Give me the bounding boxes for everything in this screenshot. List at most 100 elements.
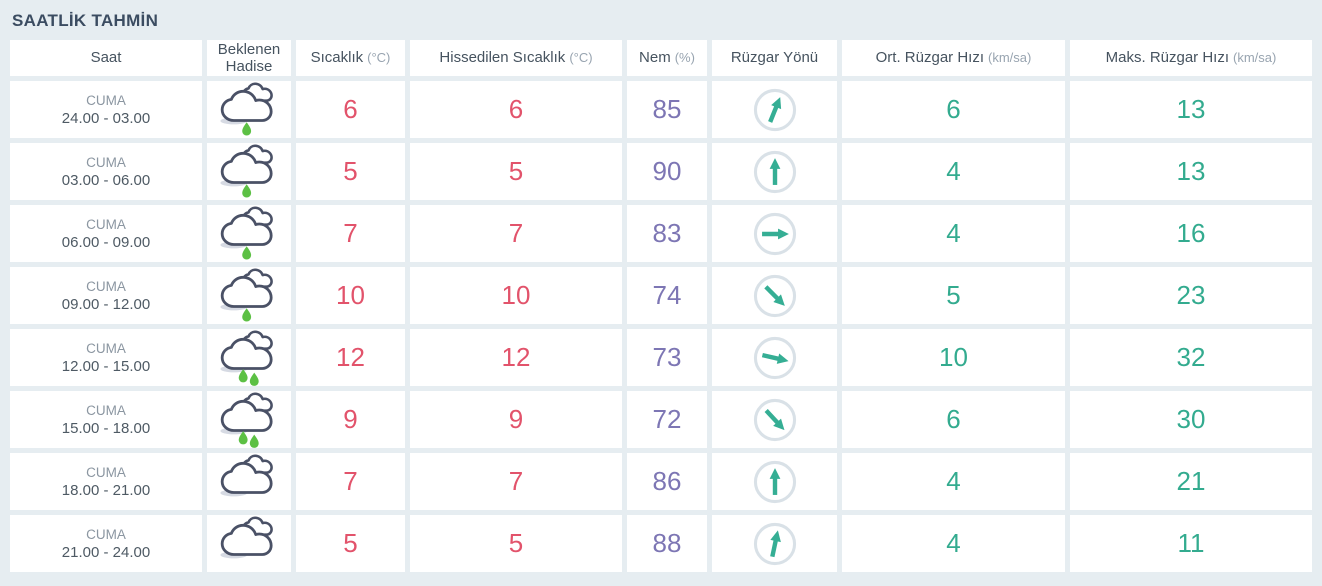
- day-label: CUMA: [86, 154, 126, 170]
- day-label: CUMA: [86, 340, 126, 356]
- column-header-label: Nem: [639, 49, 671, 67]
- expected-event-cell: [207, 391, 291, 448]
- weather-icon: [220, 329, 273, 386]
- day-label: CUMA: [86, 278, 126, 294]
- rain-drop-icon: [242, 183, 252, 198]
- avg-wind-speed-cell: 4: [842, 205, 1065, 262]
- rain-drop-icon: [242, 307, 252, 322]
- column-header-unit: (°C): [569, 49, 593, 65]
- time-cell: CUMA 03.00 - 06.00: [10, 143, 202, 200]
- feels-like-cell: 5: [410, 515, 622, 572]
- avg-wind-speed-cell: 10: [842, 329, 1065, 386]
- wind-direction-cell: [712, 143, 837, 200]
- expected-event-cell: [207, 453, 291, 510]
- max-wind-speed-cell: 23: [1070, 267, 1312, 324]
- column-header: Rüzgar Yönü: [712, 40, 837, 76]
- avg-wind-speed-cell: 4: [842, 453, 1065, 510]
- expected-event-cell: [207, 329, 291, 386]
- expected-event-cell: [207, 205, 291, 262]
- max-wind-speed-cell: 21: [1070, 453, 1312, 510]
- time-range-label: 06.00 - 09.00: [61, 233, 151, 251]
- weather-icon: [220, 515, 273, 558]
- wind-direction-icon: [753, 522, 796, 565]
- temperature-cell: 7: [296, 205, 405, 262]
- column-header-label: Beklenen Hadise: [217, 40, 281, 75]
- wind-direction-icon: [753, 398, 796, 441]
- weather-icon: [220, 143, 273, 198]
- humidity-cell: 74: [627, 267, 707, 324]
- time-cell: CUMA 15.00 - 18.00: [10, 391, 202, 448]
- wind-direction-cell: [712, 81, 837, 138]
- wind-direction-cell: [712, 391, 837, 448]
- wind-direction-icon: [753, 150, 796, 193]
- temperature-cell: 5: [296, 143, 405, 200]
- temperature-cell: 5: [296, 515, 405, 572]
- temperature-cell: 12: [296, 329, 405, 386]
- column-header-label: Ort. Rüzgar Hızı: [875, 49, 984, 67]
- wind-direction-icon: [753, 460, 796, 503]
- day-label: CUMA: [86, 402, 126, 418]
- wind-direction-cell: [712, 329, 837, 386]
- rain-drop-icon: [242, 121, 252, 136]
- column-header-label: Sıcaklık: [310, 49, 364, 67]
- time-cell: CUMA 21.00 - 24.00: [10, 515, 202, 572]
- avg-wind-speed-cell: 5: [842, 267, 1065, 324]
- day-label: CUMA: [86, 216, 126, 232]
- weather-icon: [220, 267, 273, 322]
- wind-direction-cell: [712, 205, 837, 262]
- wind-direction-icon: [753, 336, 796, 379]
- max-wind-speed-cell: 32: [1070, 329, 1312, 386]
- wind-direction-icon: [753, 212, 796, 255]
- humidity-cell: 90: [627, 143, 707, 200]
- temperature-cell: 7: [296, 453, 405, 510]
- rain-drop-icon: [249, 372, 259, 386]
- rain-drop-icon: [249, 434, 259, 448]
- avg-wind-speed-cell: 4: [842, 143, 1065, 200]
- time-range-label: 15.00 - 18.00: [61, 419, 151, 437]
- column-header: Saat: [10, 40, 202, 76]
- feels-like-cell: 10: [410, 267, 622, 324]
- expected-event-cell: [207, 515, 291, 572]
- column-header: Hissedilen Sıcaklık (°C): [410, 40, 622, 76]
- avg-wind-speed-cell: 6: [842, 391, 1065, 448]
- time-cell: CUMA 24.00 - 03.00: [10, 81, 202, 138]
- column-header-label: Rüzgar Yönü: [730, 49, 819, 67]
- wind-direction-icon: [753, 88, 796, 131]
- day-label: CUMA: [86, 526, 126, 542]
- avg-wind-speed-cell: 6: [842, 81, 1065, 138]
- time-range-label: 09.00 - 12.00: [61, 295, 151, 313]
- max-wind-speed-cell: 16: [1070, 205, 1312, 262]
- max-wind-speed-cell: 30: [1070, 391, 1312, 448]
- humidity-cell: 83: [627, 205, 707, 262]
- column-header-label: Maks. Rüzgar Hızı: [1105, 49, 1230, 67]
- feels-like-cell: 5: [410, 143, 622, 200]
- wind-direction-icon: [753, 274, 796, 317]
- column-header-unit: (°C): [367, 49, 391, 65]
- temperature-cell: 10: [296, 267, 405, 324]
- expected-event-cell: [207, 267, 291, 324]
- feels-like-cell: 9: [410, 391, 622, 448]
- wind-direction-cell: [712, 453, 837, 510]
- column-header: Maks. Rüzgar Hızı (km/sa): [1070, 40, 1312, 76]
- humidity-cell: 72: [627, 391, 707, 448]
- wind-direction-cell: [712, 515, 837, 572]
- weather-icon: [220, 205, 273, 260]
- time-cell: CUMA 18.00 - 21.00: [10, 453, 202, 510]
- humidity-cell: 88: [627, 515, 707, 572]
- temperature-cell: 9: [296, 391, 405, 448]
- rain-drop-icon: [242, 245, 252, 260]
- time-cell: CUMA 06.00 - 09.00: [10, 205, 202, 262]
- max-wind-speed-cell: 13: [1070, 143, 1312, 200]
- max-wind-speed-cell: 11: [1070, 515, 1312, 572]
- time-cell: CUMA 12.00 - 15.00: [10, 329, 202, 386]
- humidity-cell: 85: [627, 81, 707, 138]
- column-header-label: Hissedilen Sıcaklık: [439, 49, 566, 67]
- expected-event-cell: [207, 143, 291, 200]
- weather-icon: [220, 391, 273, 448]
- humidity-cell: 73: [627, 329, 707, 386]
- forecast-table: Saat Beklenen Hadise Sıcaklık (°C) Hissed…: [10, 40, 1312, 572]
- feels-like-cell: 12: [410, 329, 622, 386]
- feels-like-cell: 7: [410, 453, 622, 510]
- time-range-label: 03.00 - 06.00: [61, 171, 151, 189]
- column-header-label: Saat: [90, 49, 122, 67]
